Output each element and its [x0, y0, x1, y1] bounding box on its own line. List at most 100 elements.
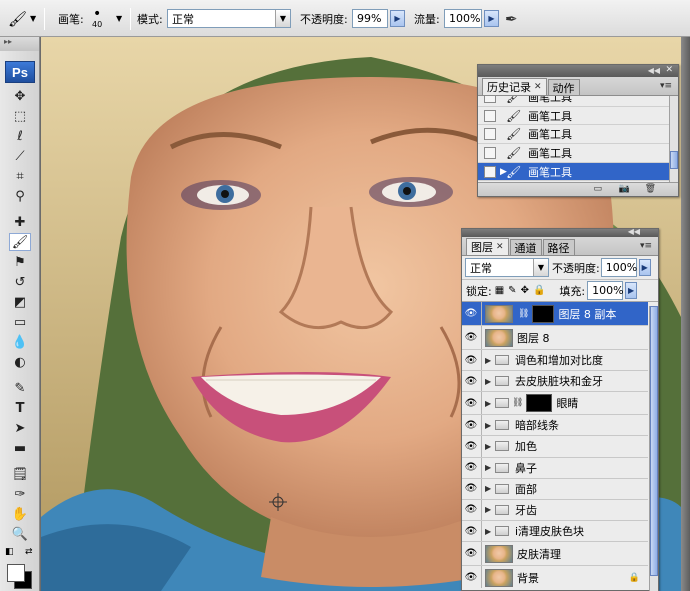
- tab-paths[interactable]: 路径: [542, 239, 575, 255]
- layer-row[interactable]: 👁 图层 8: [462, 326, 648, 350]
- opacity-input[interactable]: 99%: [352, 9, 388, 28]
- history-brush-tool-icon[interactable]: ↺: [9, 273, 31, 291]
- eyedropper-tool-icon[interactable]: ⚲: [9, 187, 31, 205]
- history-item-selected[interactable]: ▶ 🖌 画笔工具: [478, 162, 678, 182]
- visibility-eye-icon[interactable]: 👁: [463, 441, 479, 452]
- layer-group-row[interactable]: 👁 ▶ 加色: [462, 436, 648, 458]
- visibility-eye-icon[interactable]: 👁: [463, 462, 479, 473]
- history-item[interactable]: 🖌 画笔工具: [478, 144, 678, 163]
- history-source-checkbox[interactable]: [484, 165, 496, 178]
- tool-preset-picker[interactable]: 🖌 ▼: [8, 0, 36, 37]
- layer-row[interactable]: 👁 皮肤清理: [462, 542, 648, 567]
- group-mask-thumbnail[interactable]: [526, 394, 553, 413]
- mask-link-icon[interactable]: ⛓: [518, 309, 529, 319]
- zoom-tool-icon[interactable]: 🔍: [9, 525, 31, 543]
- layer-row[interactable]: 👁 背景 🔒: [462, 566, 648, 588]
- move-tool-icon[interactable]: ✥: [9, 87, 31, 105]
- layer-opacity-input[interactable]: 100%: [600, 258, 637, 277]
- history-source-checkbox[interactable]: [484, 109, 496, 122]
- visibility-eye-icon[interactable]: 👁: [463, 420, 479, 431]
- layer-group-row[interactable]: 👁 ▶ 牙齿: [462, 499, 648, 521]
- expand-triangle-icon[interactable]: ▶: [485, 527, 495, 536]
- history-source-checkbox[interactable]: [484, 128, 496, 141]
- tab-channels[interactable]: 通道: [509, 239, 542, 255]
- flow-input[interactable]: 100%: [444, 9, 482, 28]
- history-scrollbar[interactable]: [669, 96, 678, 182]
- tab-actions[interactable]: 动作: [547, 79, 580, 95]
- expand-triangle-icon[interactable]: ▶: [485, 505, 495, 514]
- history-item[interactable]: 🖌 画笔工具: [478, 125, 678, 145]
- expand-triangle-icon[interactable]: ▶: [485, 356, 495, 365]
- fill-input[interactable]: 100%: [587, 281, 624, 300]
- visibility-eye-icon[interactable]: 👁: [463, 355, 479, 366]
- history-item[interactable]: 🖌 画笔工具: [478, 96, 678, 107]
- quick-select-tool-icon[interactable]: ⟋: [9, 147, 31, 165]
- healing-brush-tool-icon[interactable]: ✚: [9, 213, 31, 231]
- layer-group-row[interactable]: 👁 ▶ 暗部线条: [462, 415, 648, 437]
- dodge-tool-icon[interactable]: ◐: [9, 353, 31, 371]
- close-icon[interactable]: ✕: [534, 82, 542, 92]
- pen-tool-icon[interactable]: ✎: [9, 379, 31, 397]
- eraser-tool-icon[interactable]: ◩: [9, 293, 31, 311]
- eyedropper-2-tool-icon[interactable]: ✑: [9, 485, 31, 503]
- lock-transparency-icon[interactable]: ▦: [495, 285, 504, 296]
- fill-slider-button[interactable]: ▶: [625, 282, 638, 299]
- visibility-eye-icon[interactable]: 👁: [463, 332, 479, 343]
- visibility-eye-icon[interactable]: 👁: [463, 308, 479, 319]
- panel-menu-icon[interactable]: ▾≡: [660, 81, 672, 91]
- visibility-eye-icon[interactable]: 👁: [463, 376, 479, 387]
- scroll-thumb[interactable]: [650, 306, 658, 576]
- toolbox-grip[interactable]: ▸▸: [0, 37, 39, 51]
- layer-group-row[interactable]: 👁 ▶ i清理皮肤色块: [462, 520, 648, 543]
- tab-history[interactable]: 历史记录 ✕: [482, 78, 547, 95]
- layer-row-selected[interactable]: 👁 ⛓ 图层 8 副本: [462, 302, 648, 326]
- type-tool-icon[interactable]: T: [9, 399, 31, 417]
- history-item[interactable]: 🖌 画笔工具: [478, 107, 678, 126]
- layer-mask-thumbnail[interactable]: [532, 304, 555, 323]
- brush-picker[interactable]: • 40: [92, 0, 102, 37]
- shape-tool-icon[interactable]: ▬: [9, 439, 31, 457]
- panel-titlebar[interactable]: ◀◀ ✕: [478, 65, 678, 77]
- close-icon[interactable]: ✕: [496, 242, 504, 252]
- panel-menu-icon[interactable]: ▾≡: [640, 241, 652, 251]
- layer-group-row[interactable]: 👁 ▶ 鼻子: [462, 457, 648, 479]
- lock-pixels-icon[interactable]: ✎: [508, 285, 516, 296]
- visibility-eye-icon[interactable]: 👁: [463, 398, 479, 409]
- close-icon[interactable]: ✕: [665, 65, 673, 75]
- layer-group-row[interactable]: 👁 ▶ 调色和增加对比度: [462, 350, 648, 372]
- lock-all-icon[interactable]: 🔒: [533, 285, 545, 296]
- lasso-tool-icon[interactable]: ℓ: [9, 127, 31, 145]
- expand-triangle-icon[interactable]: ▶: [485, 399, 495, 408]
- hand-tool-icon[interactable]: ✋: [9, 505, 31, 523]
- tab-layers[interactable]: 图层 ✕: [466, 238, 509, 255]
- new-snapshot-icon[interactable]: 📷: [619, 184, 630, 194]
- history-source-checkbox[interactable]: [484, 146, 496, 159]
- trash-icon[interactable]: 🗑: [645, 184, 656, 194]
- flow-slider-button[interactable]: ▶: [484, 10, 499, 27]
- collapse-icon[interactable]: ◀◀: [648, 66, 660, 75]
- brush-tool-icon[interactable]: 🖌: [9, 233, 31, 251]
- mask-link-icon[interactable]: ⛓: [512, 398, 523, 408]
- lock-position-icon[interactable]: ✥: [521, 285, 529, 296]
- gradient-tool-icon[interactable]: ▭: [9, 313, 31, 331]
- visibility-eye-icon[interactable]: 👁: [463, 572, 479, 583]
- expand-triangle-icon[interactable]: ▶: [485, 484, 495, 493]
- clone-stamp-tool-icon[interactable]: ⚑: [9, 253, 31, 271]
- foreground-color-swatch[interactable]: [7, 564, 25, 582]
- new-document-from-state-icon[interactable]: ▭: [593, 184, 602, 194]
- blend-mode-select[interactable]: 正常 ▼: [465, 258, 549, 277]
- crop-tool-icon[interactable]: ⌗: [9, 167, 31, 185]
- scroll-thumb[interactable]: [670, 151, 678, 169]
- collapse-icon[interactable]: ◀◀: [628, 227, 640, 236]
- expand-triangle-icon[interactable]: ▶: [485, 463, 495, 472]
- opacity-slider-button[interactable]: ▶: [638, 259, 651, 276]
- visibility-eye-icon[interactable]: 👁: [463, 483, 479, 494]
- opacity-slider-button[interactable]: ▶: [390, 10, 405, 27]
- expand-triangle-icon[interactable]: ▶: [485, 442, 495, 451]
- visibility-eye-icon[interactable]: 👁: [463, 504, 479, 515]
- history-source-checkbox[interactable]: [484, 96, 496, 103]
- layers-scrollbar[interactable]: [649, 306, 658, 591]
- layer-group-row[interactable]: 👁 ▶ 去皮肤脏块和金牙: [462, 371, 648, 393]
- visibility-eye-icon[interactable]: 👁: [463, 548, 479, 559]
- layer-group-row[interactable]: 👁 ▶ 面部: [462, 478, 648, 500]
